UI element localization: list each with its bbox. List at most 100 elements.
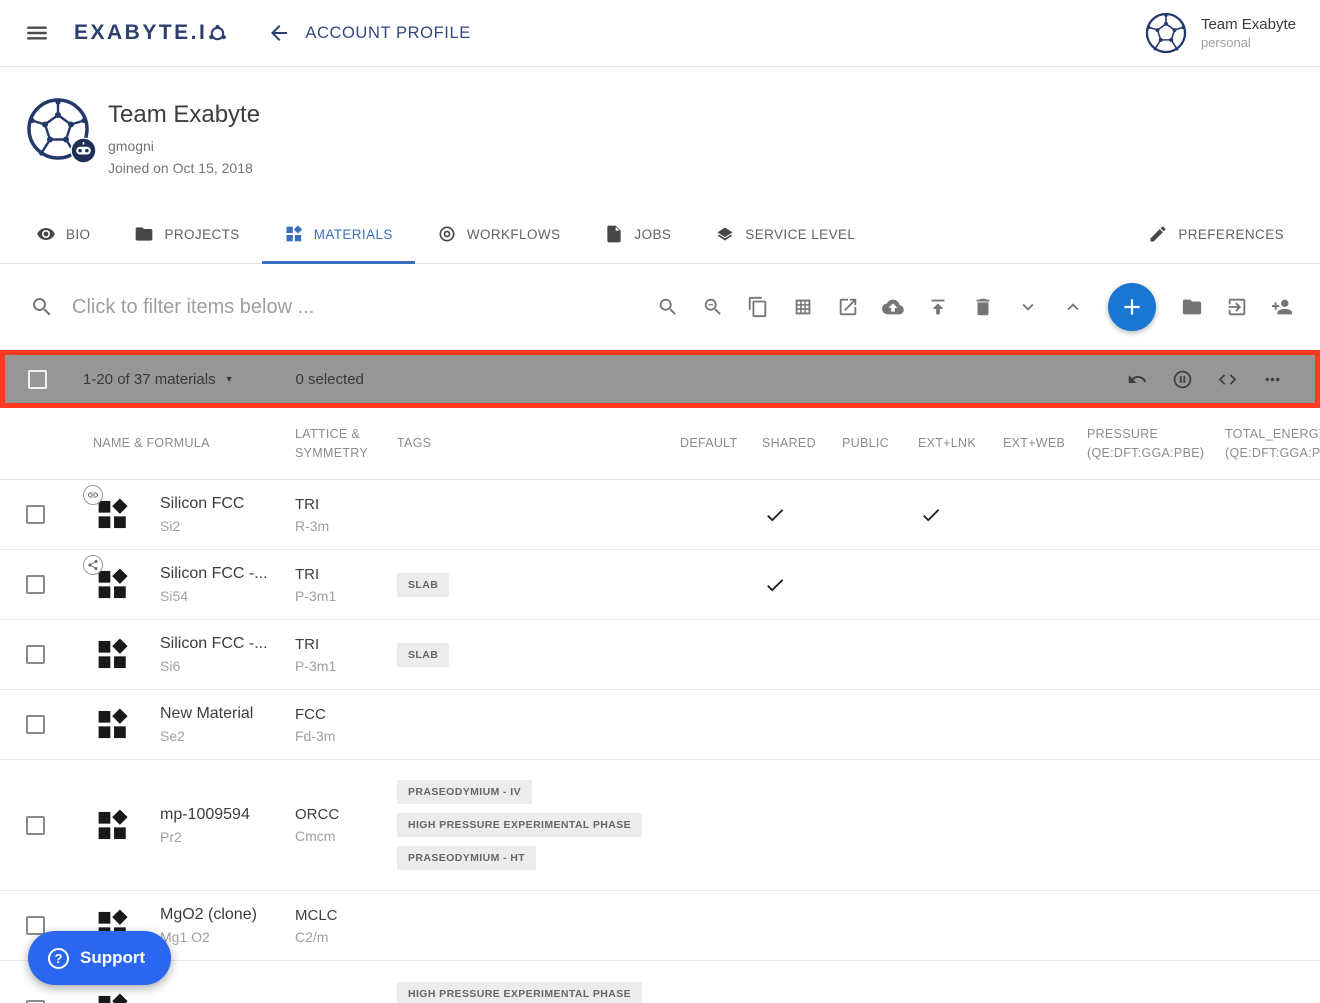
material-name: Silicon FCC xyxy=(160,495,244,513)
column-header-default[interactable]: DEFAULT xyxy=(680,434,762,452)
table-row[interactable]: New MaterialSe2FCCFd-3m xyxy=(0,690,1320,760)
table-row[interactable]: MgO2 (clone)Mg1 O2MCLCC2/m xyxy=(0,891,1320,961)
material-formula: Se2 xyxy=(160,728,253,744)
person-add-icon xyxy=(1271,296,1293,318)
chevron-up-button[interactable] xyxy=(1050,285,1095,330)
filter-input[interactable] xyxy=(72,296,512,319)
column-header-total_energy[interactable]: TOTAL_ENERGY (QE:DFT:GGA:PBE) xyxy=(1225,425,1320,461)
folder-icon xyxy=(134,224,154,244)
more-horiz-button[interactable] xyxy=(1250,359,1295,399)
search-icon xyxy=(30,295,54,319)
check-icon xyxy=(920,504,942,526)
table-row[interactable]: Silicon FCCSi2TRIR-3m xyxy=(0,480,1320,550)
lattice-type: ORCC xyxy=(295,806,397,823)
delete-icon xyxy=(972,296,994,318)
toolbar-right-icons xyxy=(1169,285,1304,330)
account-switcher[interactable]: Team Exabyte personal xyxy=(1145,12,1296,54)
lattice-type: TRI xyxy=(295,496,397,513)
folder-button[interactable] xyxy=(1169,285,1214,330)
top-bar: EXABYTE.I ACCOUNT PROFILE Team Exabyte p… xyxy=(0,0,1320,67)
table-row[interactable]: HIGH PRESSURE EXPERIMENTAL PHASE xyxy=(0,961,1320,1003)
add-material-button[interactable] xyxy=(1108,283,1156,331)
search-minus-button[interactable] xyxy=(690,285,735,330)
copy-button[interactable] xyxy=(735,285,780,330)
row-checkbox[interactable] xyxy=(26,645,45,664)
row-checkbox[interactable] xyxy=(26,916,45,935)
column-header-name[interactable]: NAME & FORMULA xyxy=(65,434,295,452)
tab-preferences[interactable]: PREFERENCES xyxy=(1126,205,1306,263)
column-header-lattice[interactable]: LATTICE & SYMMETRY xyxy=(295,425,397,461)
caret-down-icon: ▼ xyxy=(225,374,234,384)
lattice-type: MCLC xyxy=(295,907,397,924)
tabs-list: BIOPROJECTSMATERIALSWORKFLOWSJOBSSERVICE… xyxy=(14,205,877,263)
symmetry-group: P-3m1 xyxy=(295,658,397,674)
material-name: New Material xyxy=(160,705,253,723)
open-in-new-icon xyxy=(837,296,859,318)
chevron-down-button[interactable] xyxy=(1005,285,1050,330)
publish-button[interactable] xyxy=(915,285,960,330)
pagination-dropdown[interactable]: 1-20 of 37 materials ▼ xyxy=(83,371,234,388)
tags-cell: SLAB xyxy=(397,620,680,689)
column-header-ext_lnk[interactable]: EXT+LNK xyxy=(918,434,1003,452)
exabyte-logo[interactable]: EXABYTE.I xyxy=(74,21,227,45)
table-row[interactable]: mp-1009594Pr2ORCCCmcmPRASEODYMIUM - IVHI… xyxy=(0,760,1320,891)
tags-cell: PRASEODYMIUM - IVHIGH PRESSURE EXPERIMEN… xyxy=(397,760,680,890)
profile-avatar xyxy=(26,97,90,161)
check-icon xyxy=(764,504,786,526)
tab-materials[interactable]: MATERIALS xyxy=(262,205,415,263)
undo-button[interactable] xyxy=(1115,359,1160,399)
row-checkbox[interactable] xyxy=(26,816,45,835)
tab-projects[interactable]: PROJECTS xyxy=(112,205,261,263)
filter-toolbar xyxy=(0,264,1320,350)
cloud-upload-button[interactable] xyxy=(870,285,915,330)
toolbar-actions xyxy=(645,283,1304,331)
exit-to-app-button[interactable] xyxy=(1214,285,1259,330)
tabs-bar: BIOPROJECTSMATERIALSWORKFLOWSJOBSSERVICE… xyxy=(0,205,1320,264)
symmetry-group: Fd-3m xyxy=(295,728,397,744)
code-button[interactable] xyxy=(1205,359,1250,399)
row-checkbox[interactable] xyxy=(26,575,45,594)
cloud-upload-icon xyxy=(882,296,904,318)
open-in-new-button[interactable] xyxy=(825,285,870,330)
undo-icon xyxy=(1127,369,1148,390)
tab-jobs[interactable]: JOBS xyxy=(582,205,693,263)
column-header-pressure[interactable]: PRESSURE (QE:DFT:GGA:PBE) xyxy=(1087,425,1225,461)
select-all-checkbox[interactable] xyxy=(28,370,47,389)
logo-text: EXABYTE.I xyxy=(74,21,207,45)
material-formula: Si6 xyxy=(160,658,268,674)
material-icon xyxy=(65,496,160,533)
publish-icon xyxy=(927,296,949,318)
tag-chip: HIGH PRESSURE EXPERIMENTAL PHASE xyxy=(397,982,642,1003)
grid-button[interactable] xyxy=(780,285,825,330)
column-header-public[interactable]: PUBLIC xyxy=(842,434,918,452)
symmetry-group: P-3m1 xyxy=(295,588,397,604)
material-formula: Si2 xyxy=(160,518,244,534)
back-arrow-icon[interactable] xyxy=(261,15,297,51)
support-button[interactable]: ? Support xyxy=(28,931,171,985)
table-row[interactable]: Silicon FCC -...Si6TRIP-3m1SLAB xyxy=(0,620,1320,690)
profile-section: Team Exabyte gmogni Joined on Oct 15, 20… xyxy=(0,67,1320,205)
material-name: Silicon FCC -... xyxy=(160,565,268,583)
materials-icon xyxy=(284,224,304,244)
delete-button[interactable] xyxy=(960,285,1005,330)
pause-circle-button[interactable] xyxy=(1160,359,1205,399)
tab-workflows[interactable]: WORKFLOWS xyxy=(415,205,583,263)
tag-chip: SLAB xyxy=(397,643,449,667)
menu-icon[interactable] xyxy=(18,14,56,52)
table-row[interactable]: Silicon FCC -...Si54TRIP-3m1SLAB xyxy=(0,550,1320,620)
search-button[interactable] xyxy=(645,285,690,330)
row-checkbox[interactable] xyxy=(26,715,45,734)
tab-bio[interactable]: BIO xyxy=(14,205,112,263)
column-header-tags[interactable]: TAGS xyxy=(397,434,680,452)
toolbar-left-icons xyxy=(645,285,1095,330)
help-icon: ? xyxy=(48,948,69,969)
selection-annotation-highlight: 1-20 of 37 materials ▼ 0 selected xyxy=(0,350,1320,408)
team-avatar xyxy=(1145,12,1187,54)
row-checkbox[interactable] xyxy=(26,505,45,524)
tab-service-level[interactable]: SERVICE LEVEL xyxy=(693,205,877,263)
column-header-shared[interactable]: SHARED xyxy=(762,434,842,452)
grid-icon xyxy=(792,296,814,318)
account-name: Team Exabyte xyxy=(1201,16,1296,33)
person-add-button[interactable] xyxy=(1259,285,1304,330)
column-header-ext_web[interactable]: EXT+WEB xyxy=(1003,434,1087,452)
